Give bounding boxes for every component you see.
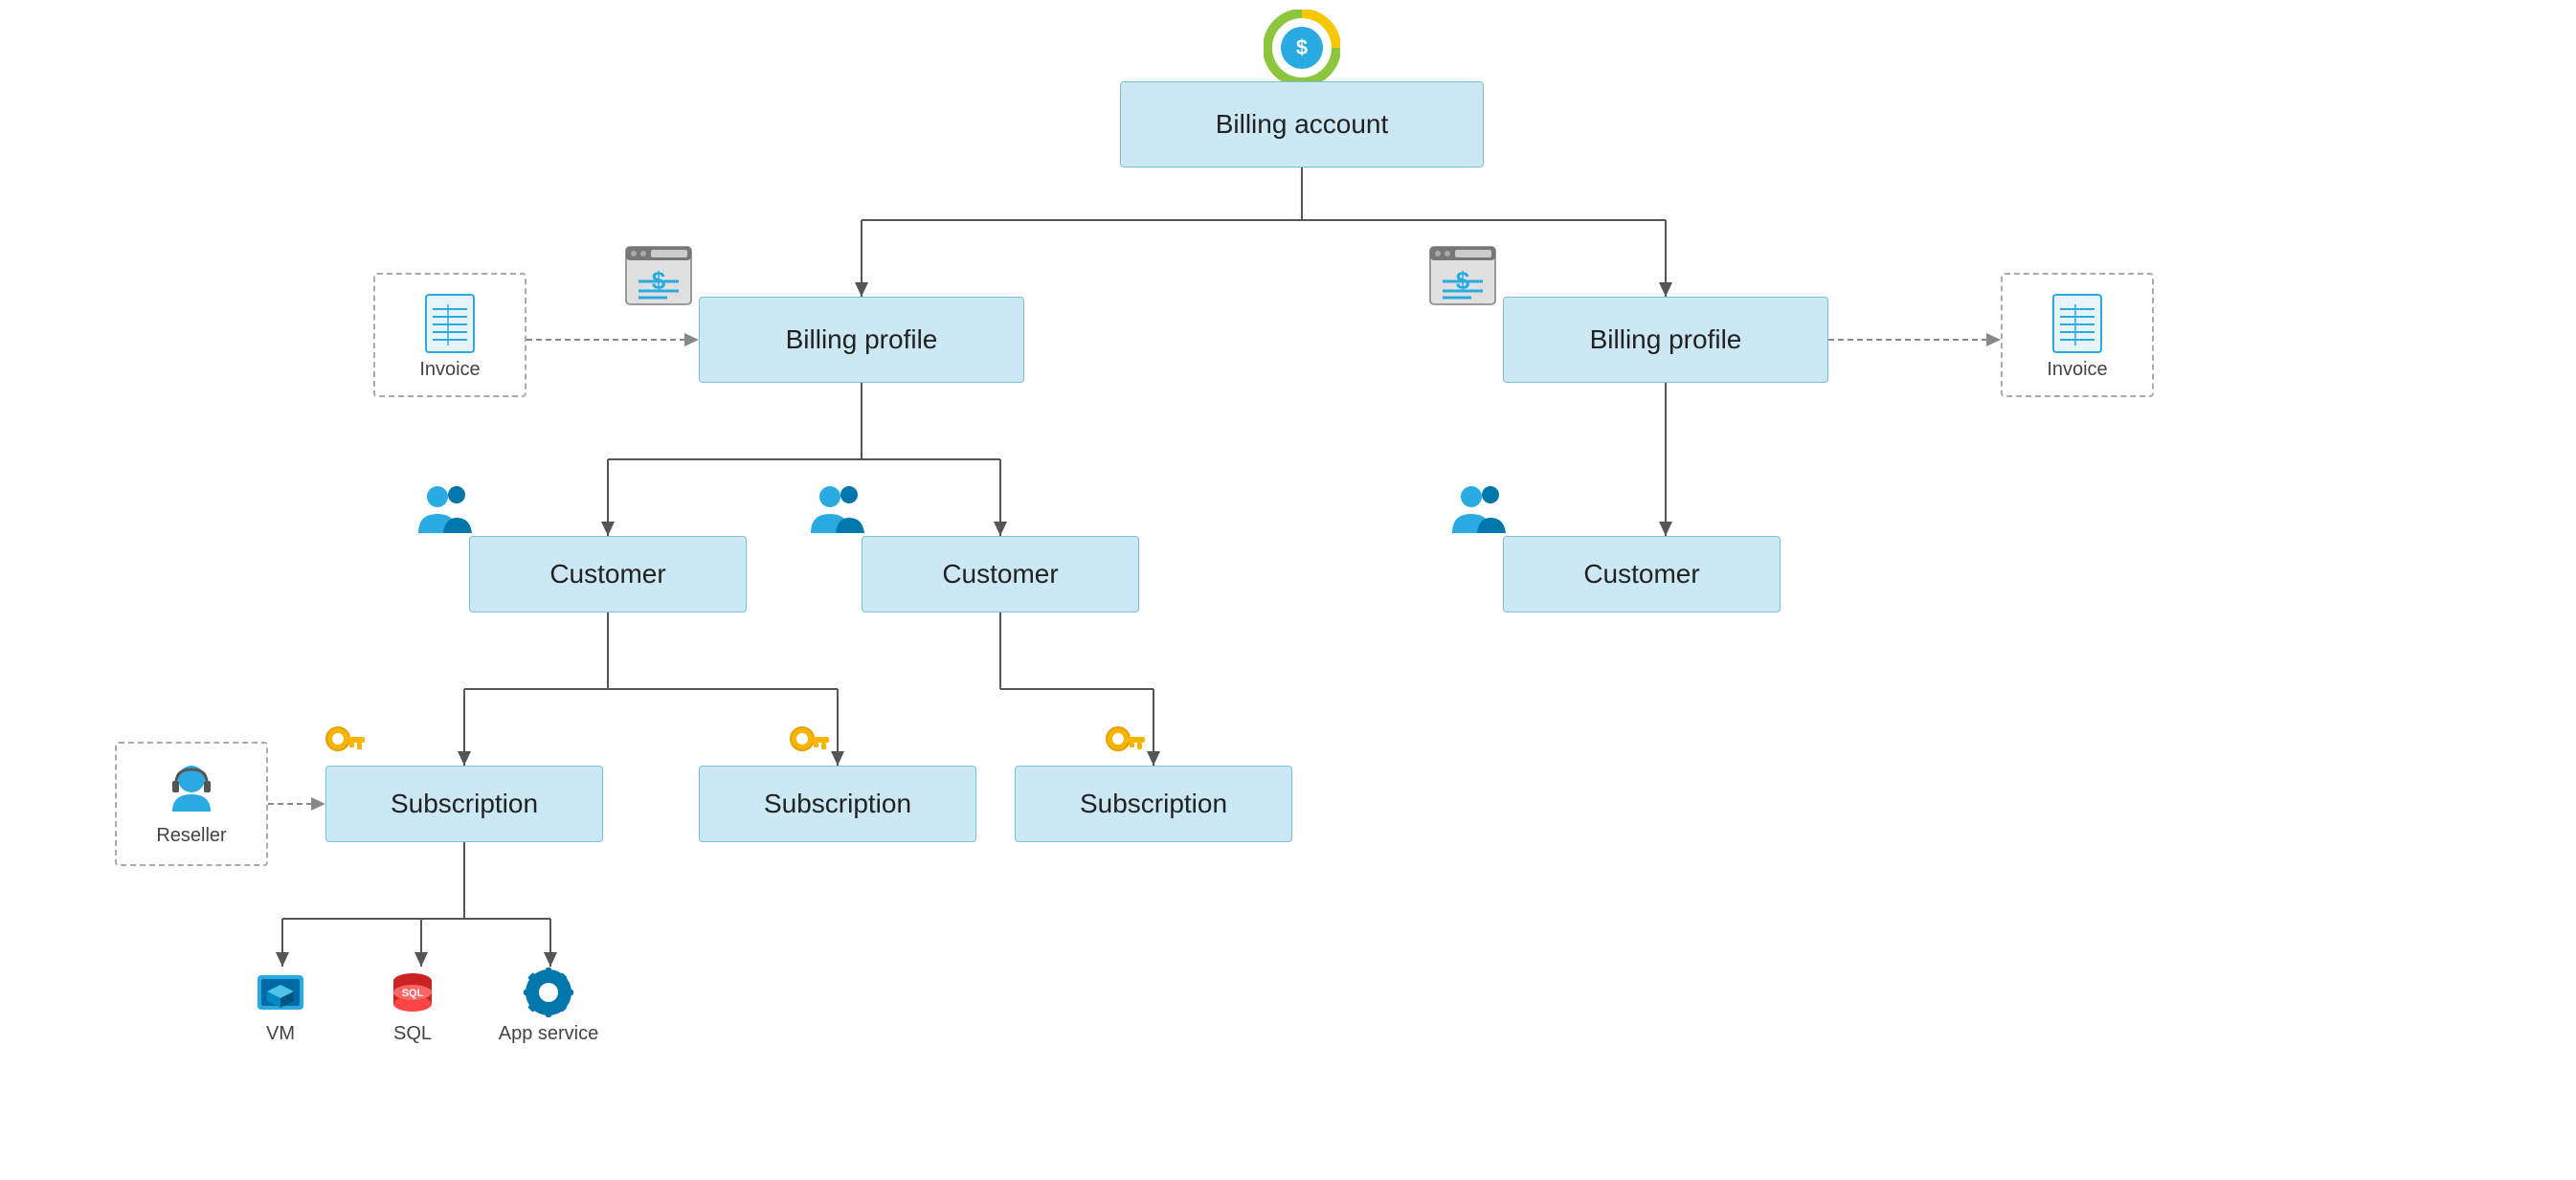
billing-account-label: Billing account — [1216, 109, 1389, 140]
customer-2-node: Customer — [862, 536, 1139, 612]
subscription-1-node: Subscription — [325, 766, 603, 842]
invoice-left-label: Invoice — [419, 359, 480, 381]
reseller-label: Reseller — [156, 825, 226, 847]
invoice-right-label: Invoice — [2047, 359, 2107, 381]
subscription-1-key-icon — [316, 716, 373, 771]
vm-label: VM — [266, 1023, 295, 1045]
svg-text:$: $ — [1296, 35, 1308, 59]
billing-profile-left-node: Billing profile — [699, 297, 1024, 383]
billing-profile-right-node: Billing profile — [1503, 297, 1828, 383]
subscription-2-label: Subscription — [764, 789, 911, 819]
subscription-3-node: Subscription — [1015, 766, 1292, 842]
vm-resource: VM — [237, 957, 324, 1053]
customer-3-label: Customer — [1583, 559, 1699, 590]
sql-label: SQL — [393, 1023, 432, 1045]
invoice-right-node: Invoice — [2001, 273, 2154, 397]
subscription-1-label: Subscription — [391, 789, 538, 819]
customer-1-label: Customer — [549, 559, 665, 590]
billing-profile-right-label: Billing profile — [1590, 324, 1742, 355]
billing-account-node: Billing account — [1120, 81, 1484, 167]
reseller-node: Reseller — [115, 742, 268, 866]
subscription-3-label: Subscription — [1080, 789, 1227, 819]
billing-profile-left-icon: $ — [620, 237, 697, 314]
billing-profile-left-label: Billing profile — [786, 324, 938, 355]
invoice-left-node: Invoice — [373, 273, 526, 397]
subscription-2-key-icon — [780, 716, 838, 771]
billing-profile-right-icon: $ — [1424, 237, 1501, 314]
subscription-2-node: Subscription — [699, 766, 976, 842]
app-service-resource: App service — [496, 957, 601, 1053]
billing-account-icon: $ — [1254, 10, 1350, 86]
customer-1-node: Customer — [469, 536, 747, 612]
customer-2-label: Customer — [942, 559, 1058, 590]
app-service-label: App service — [499, 1023, 599, 1045]
svg-text:SQL: SQL — [402, 988, 424, 999]
sql-resource: SQL SQL — [370, 957, 456, 1053]
subscription-3-key-icon — [1096, 716, 1154, 771]
diagram: $ Billing account $ Billing profile — [0, 0, 2576, 1180]
customer-3-node: Customer — [1503, 536, 1781, 612]
